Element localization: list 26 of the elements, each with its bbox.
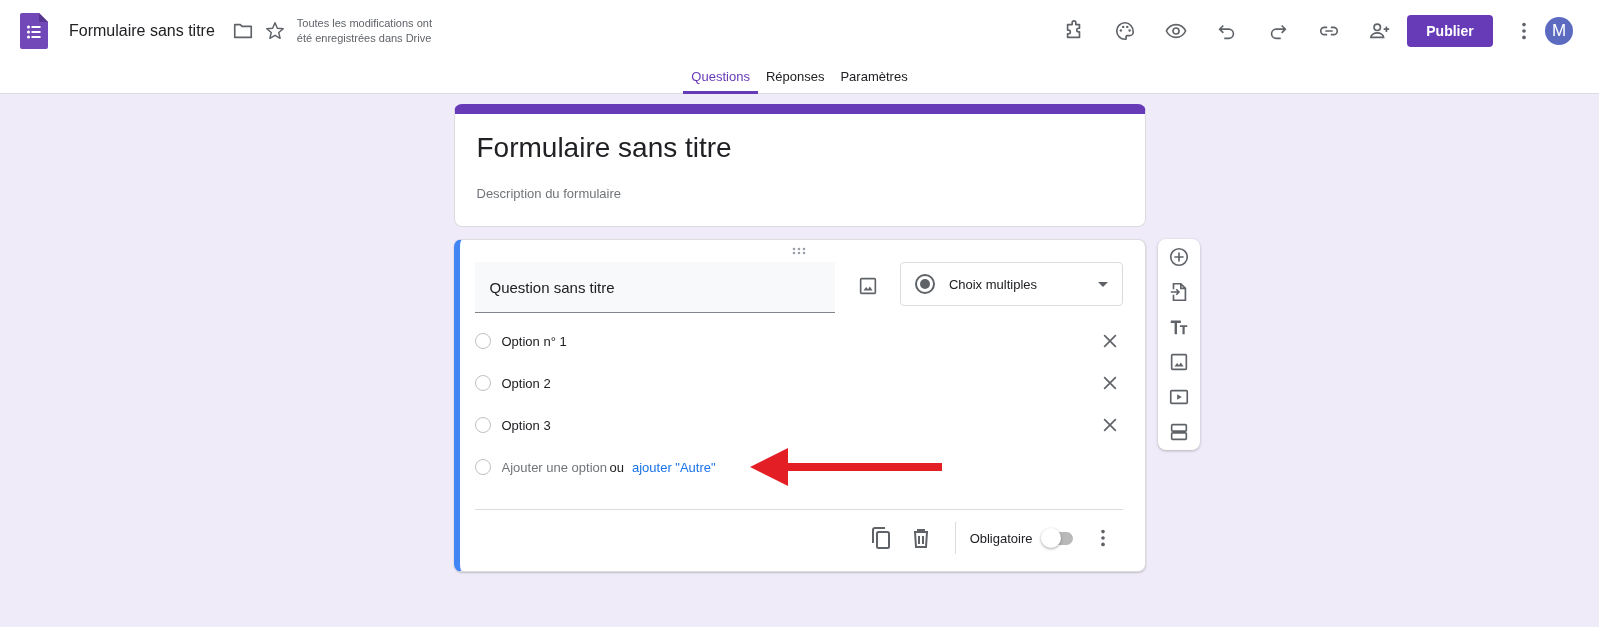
tab[interactable]: Réponses — [757, 62, 833, 94]
avatar[interactable]: M — [1545, 17, 1573, 45]
publish-button[interactable]: Publier — [1407, 15, 1493, 47]
or-label: ou — [609, 459, 624, 475]
add-other-link[interactable]: ajouter "Autre" — [631, 459, 716, 475]
forms-logo[interactable] — [20, 13, 48, 49]
required-toggle[interactable] — [1040, 528, 1073, 548]
palette-icon[interactable] — [1114, 20, 1136, 42]
radio-icon — [912, 272, 937, 296]
form-title[interactable]: Formulaire sans titre — [476, 132, 1123, 164]
question-title-field[interactable]: Question sans titre — [474, 262, 836, 313]
option-label[interactable]: Option 3 — [501, 417, 1098, 433]
caret-icon — [1097, 281, 1108, 287]
required-label: Obligatoire — [969, 530, 1033, 546]
tab[interactable]: Questions — [683, 62, 758, 94]
document-title[interactable]: Formulaire sans titre — [69, 22, 215, 40]
tab[interactable]: Paramètres — [832, 62, 916, 94]
option-label[interactable]: Option n° 1 — [501, 333, 1098, 349]
add-icon[interactable] — [1167, 246, 1190, 268]
star-icon[interactable] — [263, 20, 286, 42]
description-field[interactable]: Description du formulaire — [476, 186, 877, 201]
add-option-field[interactable]: Ajouter une option — [501, 459, 610, 475]
option-label[interactable]: Option 2 — [501, 375, 1098, 391]
save-status: Toutes les modifications ont été enregistrées dans Drive — [296, 16, 433, 46]
question-type-dropdown[interactable]: Choix multiples — [899, 262, 1123, 306]
drag-handle-icon[interactable] — [791, 247, 806, 255]
